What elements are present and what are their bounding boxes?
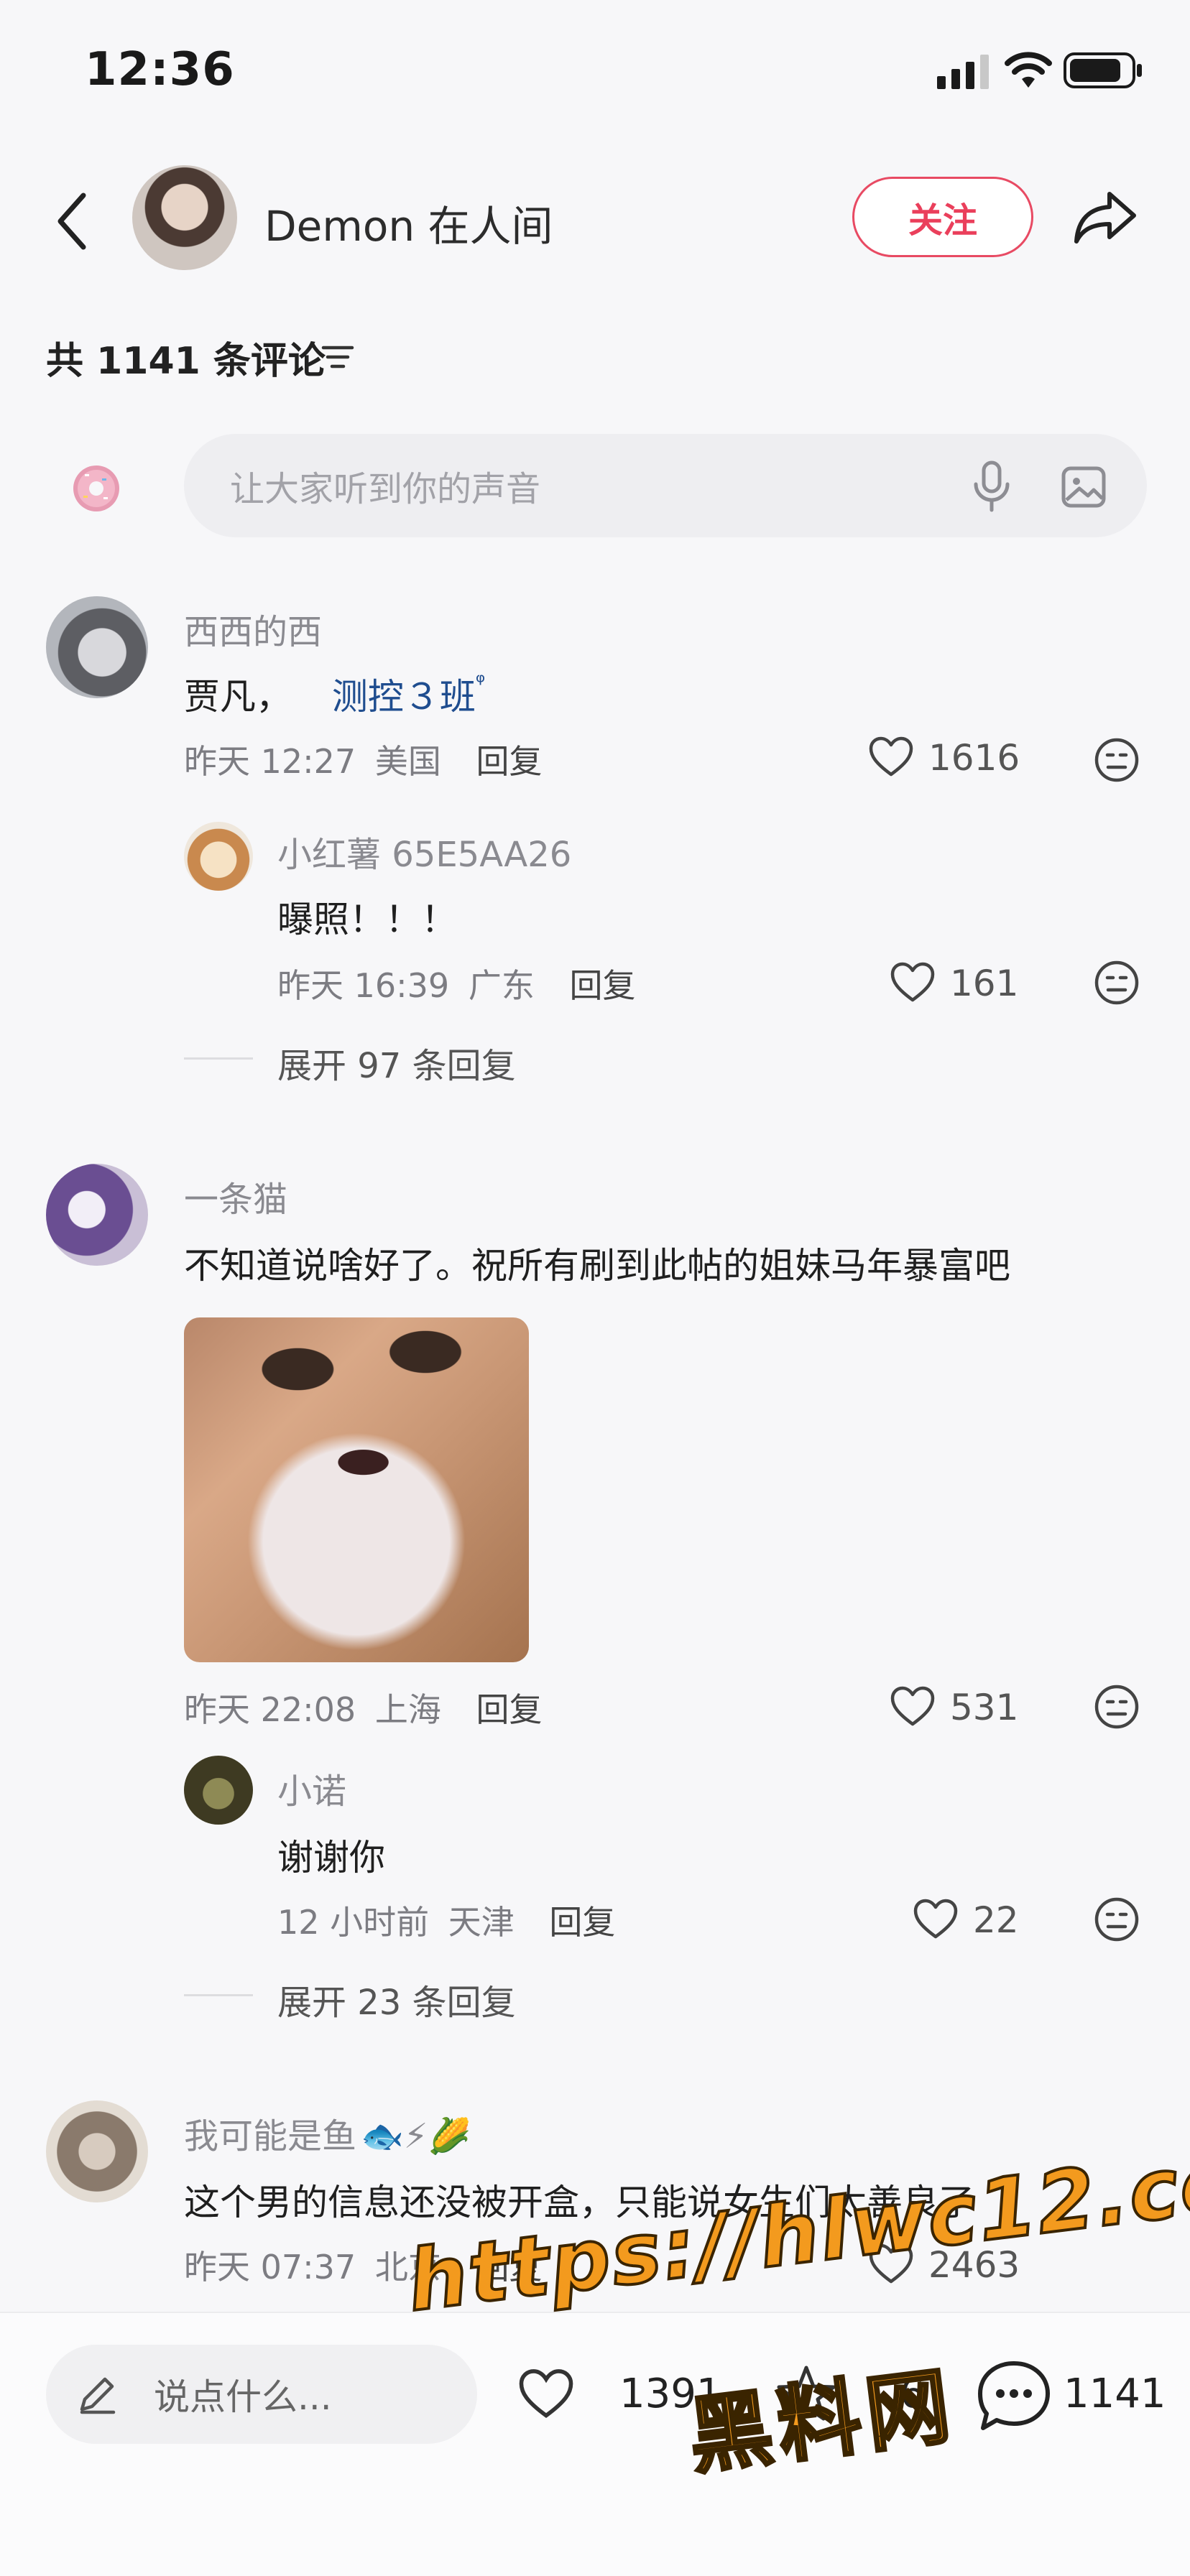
comment-image[interactable] [184,1317,529,1662]
comment-count: 共 1141 条评论 [46,340,326,383]
reply-text: 曝照！！！ [277,899,457,940]
username-emojis: 🐟⚡🌽 [361,2116,471,2156]
expand-divider [184,1057,253,1060]
comment-meta: 昨天 12:27 美国 回复 [184,736,542,783]
reply-button[interactable]: 回复 [476,742,542,781]
author-name[interactable]: Demon 在人间 [264,193,553,253]
sort-icon[interactable] [320,343,355,371]
say-input-placeholder: 说点什么... [154,2376,332,2418]
reply-button[interactable]: 回复 [569,966,635,1005]
comment-input-placeholder: 让大家听到你的声音 [230,469,541,509]
comment-avatar[interactable] [46,1164,148,1266]
comment-text: 不知道说啥好了。祝所有刷到此帖的姐妹马年暴富吧 [184,1245,1010,1287]
like-count: 531 [950,1687,1019,1728]
comment-text: 贾凡， 测控３班ᵠ [184,668,485,720]
reply-time: 12 小时前 [277,1903,430,1942]
reply-username[interactable]: 小诺 [277,1763,346,1813]
mention-link[interactable]: 测控３班 [332,676,476,718]
reply-meta: 昨天 16:39 广东 回复 [277,960,635,1007]
expand-replies-button[interactable]: 展开 97 条回复 [277,1037,516,1088]
search-icon: ᵠ [475,668,486,695]
expand-divider [184,1994,253,1996]
share-icon[interactable] [1072,188,1138,246]
comment-username[interactable]: 一条猫 [184,1171,287,1221]
like-count: 1616 [928,737,1020,779]
expand-replies-button[interactable]: 展开 23 条回复 [277,1974,516,2024]
reply-avatar[interactable] [184,822,253,891]
like-icon[interactable] [890,1685,936,1728]
signal-icon [937,55,989,89]
author-avatar[interactable] [132,165,237,270]
like-icon[interactable] [868,736,914,779]
reply-button[interactable]: 回复 [476,1690,542,1729]
comment-avatar[interactable] [46,596,148,698]
comments-total-count: 1141 [1064,2371,1166,2417]
reply-avatar[interactable] [184,1756,253,1825]
comment-time: 昨天 12:27 [184,742,356,781]
comment-text-plain: 贾凡， [184,676,292,718]
reply-location: 广东 [468,966,535,1005]
reply-button[interactable]: 回复 [549,1903,615,1942]
emoji-reaction-icon[interactable] [1094,737,1140,783]
pen-icon [80,2377,116,2414]
reply-location: 天津 [448,1903,515,1942]
like-icon[interactable] [913,1898,959,1941]
like-count: 161 [950,963,1019,1004]
emoji-reaction-icon[interactable] [1094,960,1140,1006]
comment-username[interactable]: 我可能是鱼 🐟⚡🌽 [184,2108,471,2158]
image-icon[interactable] [1061,464,1107,510]
comment-bubble-icon[interactable] [974,2358,1053,2432]
wifi-icon [1005,52,1052,88]
status-time: 12:36 [85,43,235,96]
username-text: 我可能是鱼 [184,2116,357,2156]
watermark-url: https://hlwc12.com [401,2120,1190,2332]
comment-time: 昨天 22:08 [184,1690,356,1729]
reply-username[interactable]: 小红薯 65E5AA26 [277,826,571,876]
reply-text: 谢谢你 [277,1837,385,1878]
comment-meta: 昨天 22:08 上海 回复 [184,1684,542,1731]
like-icon[interactable] [890,961,936,1004]
follow-button[interactable]: 关注 [852,177,1033,257]
emoji-reaction-icon[interactable] [1094,1684,1140,1730]
battery-icon [1064,52,1142,88]
like-post-icon[interactable] [517,2368,575,2421]
comment-location: 上海 [374,1690,441,1729]
emoji-reaction-icon[interactable] [1094,1896,1140,1942]
like-count: 22 [973,1899,1019,1941]
reply-time: 昨天 16:39 [277,966,450,1005]
comment-avatar[interactable] [46,2100,148,2202]
back-icon[interactable] [49,187,95,256]
mic-icon[interactable] [972,460,1012,514]
comment-location: 美国 [374,742,441,781]
comment-time: 昨天 07:37 [184,2248,356,2287]
reply-meta: 12 小时前 天津 回复 [277,1896,615,1944]
comment-username[interactable]: 西西的西 [184,603,322,654]
donut-icon[interactable] [70,463,122,514]
